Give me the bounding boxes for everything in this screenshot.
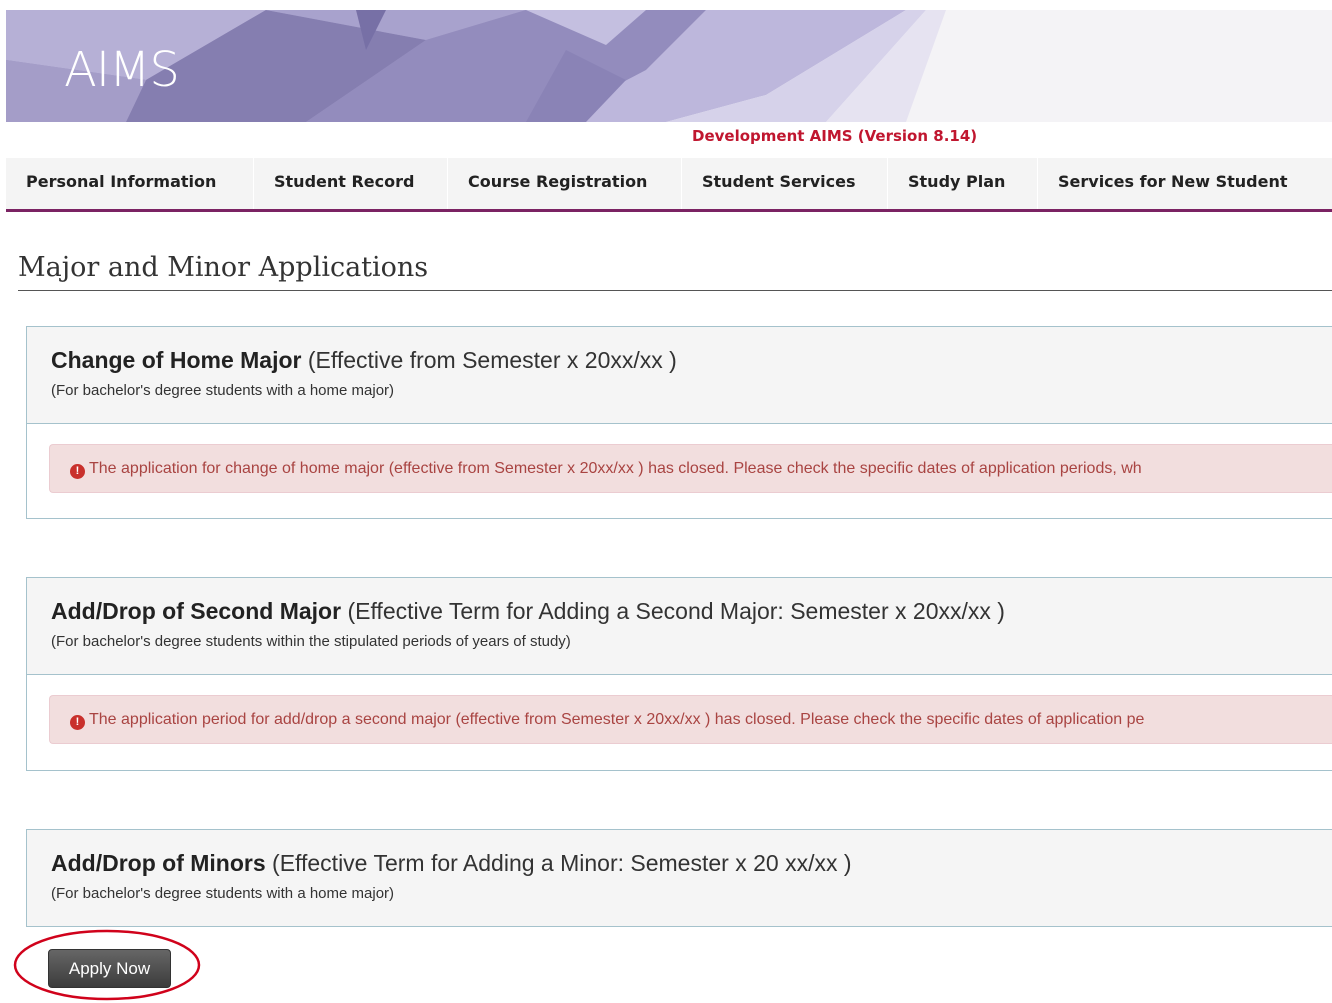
section-subtitle: (For bachelor's degree students within t… <box>51 633 571 650</box>
alert-text: The application period for add/drop a se… <box>89 711 1145 728</box>
page-title: Major and Minor Applications <box>18 252 429 283</box>
change-home-major-panel: Change of Home Major (Effective from Sem… <box>26 326 1332 519</box>
banner-polygon-art <box>6 10 946 122</box>
panel-title: Add/Drop of Minors (Effective Term for A… <box>51 850 1332 877</box>
section-title: Change of Home Major <box>51 347 302 373</box>
alert-text: The application for change of home major… <box>89 460 1142 477</box>
exclamation-circle-icon: ! <box>70 464 85 479</box>
panel-body: ! The application for change of home majo… <box>27 424 1332 513</box>
title-divider <box>18 290 1332 291</box>
header-banner: AIMS <box>6 10 1332 122</box>
panel-body: ! The application period for add/drop a s… <box>27 675 1332 764</box>
second-major-panel: Add/Drop of Second Major (Effective Term… <box>26 577 1332 771</box>
nav-student-services[interactable]: Student Services <box>682 158 888 209</box>
minors-panel: Add/Drop of Minors (Effective Term for A… <box>26 829 1332 927</box>
nav-services-for-new-student[interactable]: Services for New Student <box>1038 158 1332 209</box>
nav-student-record[interactable]: Student Record <box>254 158 448 209</box>
highlight-ring-annotation <box>13 929 201 1001</box>
section-title: Add/Drop of Minors <box>51 850 266 876</box>
section-title: Add/Drop of Second Major <box>51 598 342 624</box>
aims-logo: AIMS <box>64 42 180 98</box>
nav-personal-information[interactable]: Personal Information <box>6 158 254 209</box>
panel-title: Change of Home Major (Effective from Sem… <box>51 347 1332 374</box>
nav-course-registration[interactable]: Course Registration <box>448 158 682 209</box>
panel-header: Change of Home Major (Effective from Sem… <box>27 327 1332 424</box>
section-subtitle: (For bachelor's degree students with a h… <box>51 382 395 399</box>
closed-alert: ! The application for change of home majo… <box>49 444 1332 493</box>
section-term: (Effective Term for Adding a Second Majo… <box>341 598 1005 624</box>
panel-header: Add/Drop of Second Major (Effective Term… <box>27 578 1332 675</box>
section-term: (Effective Term for Adding a Minor: Seme… <box>265 850 852 876</box>
main-nav: Personal Information Student Record Cour… <box>6 158 1332 212</box>
section-subtitle: (For bachelor's degree students with a h… <box>51 885 395 902</box>
environment-label: Development AIMS (Version 8.14) <box>692 127 978 145</box>
closed-alert: ! The application period for add/drop a s… <box>49 695 1332 744</box>
exclamation-circle-icon: ! <box>70 715 85 730</box>
panel-header: Add/Drop of Minors (Effective Term for A… <box>27 830 1332 927</box>
nav-study-plan[interactable]: Study Plan <box>888 158 1038 209</box>
panel-title: Add/Drop of Second Major (Effective Term… <box>51 598 1332 625</box>
section-term: (Effective from Semester x 20xx/xx ) <box>301 347 677 373</box>
